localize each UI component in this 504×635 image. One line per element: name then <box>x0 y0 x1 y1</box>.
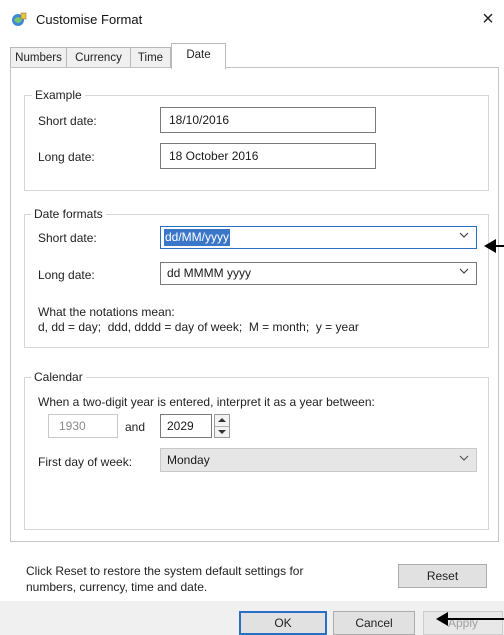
ok-button[interactable]: OK <box>239 611 327 635</box>
reset-description-line2: numbers, currency, time and date. <box>26 580 208 594</box>
notations-title: What the notations mean: <box>38 305 175 319</box>
cancel-button[interactable]: Cancel <box>333 611 415 635</box>
app-icon <box>10 11 28 29</box>
tab-time[interactable]: Time <box>130 47 171 67</box>
long-date-format-select[interactable]: dd MMMM yyyy <box>160 262 477 285</box>
window-title: Customise Format <box>36 12 143 27</box>
long-date-format-label: Long date: <box>38 268 95 282</box>
reset-button[interactable]: Reset <box>398 564 487 588</box>
example-short-date-field: 18/10/2016 <box>160 107 376 133</box>
date-formats-group-label: Date formats <box>31 207 106 221</box>
short-date-format-label: Short date: <box>38 231 97 245</box>
calendar-group-label: Calendar <box>31 370 86 384</box>
long-date-format-value: dd MMMM yyyy <box>167 266 251 280</box>
tab-date[interactable]: Date <box>171 43 226 69</box>
chevron-down-icon[interactable] <box>459 266 469 279</box>
short-date-format-select[interactable]: dd/MM/yyyy <box>160 226 477 249</box>
to-year-field[interactable]: 2029 <box>160 414 212 438</box>
annotation-arrow <box>484 239 504 253</box>
first-day-select[interactable]: Monday <box>160 448 477 472</box>
example-long-date-field: 18 October 2016 <box>160 143 376 169</box>
chevron-down-icon[interactable] <box>459 453 469 466</box>
example-long-date-label: Long date: <box>38 150 95 164</box>
example-group-label: Example <box>32 88 85 102</box>
annotation-arrow <box>436 612 504 626</box>
spin-down-icon[interactable] <box>215 426 229 437</box>
two-digit-year-text: When a two-digit year is entered, interp… <box>38 395 375 409</box>
first-day-label: First day of week: <box>38 455 133 469</box>
reset-description-line1: Click Reset to restore the system defaul… <box>26 564 304 578</box>
chevron-down-icon[interactable] <box>459 230 469 243</box>
from-year-field: 1930 <box>48 414 118 438</box>
apply-button[interactable]: Apply <box>423 611 503 635</box>
tab-numbers[interactable]: Numbers <box>10 47 67 67</box>
notations-text: d, dd = day; ddd, dddd = day of week; M … <box>38 320 359 334</box>
year-spinner[interactable] <box>214 414 230 438</box>
short-date-format-value: dd/MM/yyyy <box>164 229 231 246</box>
and-label: and <box>125 420 146 434</box>
tab-currency[interactable]: Currency <box>66 47 131 67</box>
close-icon[interactable]: × <box>476 8 500 32</box>
example-short-date-label: Short date: <box>38 114 97 128</box>
first-day-value: Monday <box>167 453 210 467</box>
